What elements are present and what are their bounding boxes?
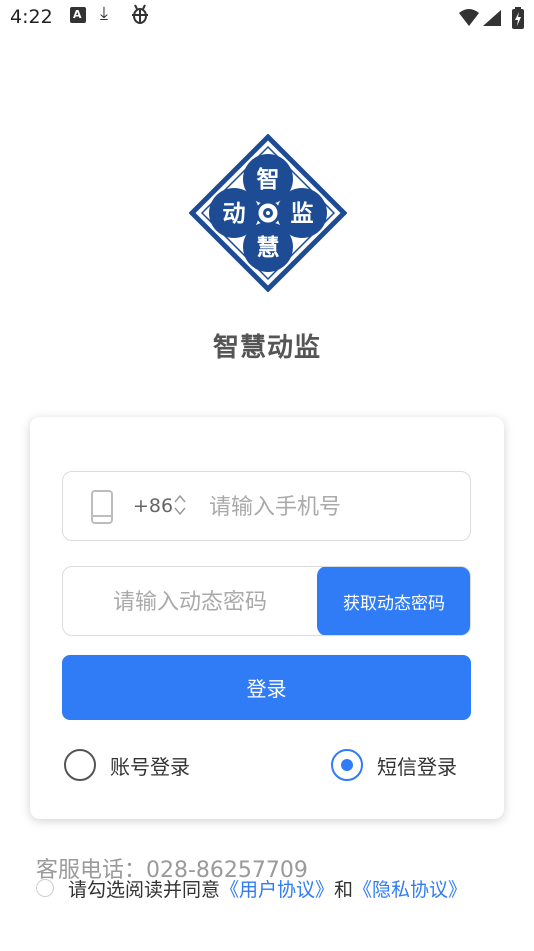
radio-account[interactable] bbox=[64, 749, 96, 781]
app-title: 智慧动监 bbox=[212, 333, 321, 363]
phone-input[interactable] bbox=[209, 490, 449, 524]
agreement-prefix: 请勾选阅读并同意 bbox=[68, 878, 221, 901]
logo-char-left: 动 bbox=[223, 200, 246, 227]
radio-sms[interactable] bbox=[331, 749, 363, 781]
logo-char-bottom: 慧 bbox=[257, 234, 280, 261]
app-logo: 智 动 监 慧 bbox=[188, 133, 348, 293]
login-screen: 4:22 ⤓ 智 动 监 慧 bbox=[0, 0, 534, 951]
agreement-checkbox[interactable] bbox=[36, 879, 54, 897]
signal-icon bbox=[482, 9, 502, 31]
bug-icon bbox=[130, 3, 150, 30]
country-code[interactable]: +86 bbox=[133, 495, 173, 517]
agreement-row: 请勾选阅读并同意 《用户协议》 和 《隐私协议》 bbox=[36, 875, 467, 901]
code-field: 获取动态密码 bbox=[62, 566, 471, 636]
mode-sms-label: 短信登录 bbox=[377, 754, 457, 779]
status-bar: 4:22 ⤓ bbox=[0, 0, 534, 38]
logo-char-right: 监 bbox=[291, 200, 314, 227]
mode-account-label: 账号登录 bbox=[110, 754, 190, 779]
agreement-and: 和 bbox=[334, 878, 354, 901]
download-icon: ⤓ bbox=[100, 3, 108, 24]
phone-field: +86 bbox=[62, 471, 471, 541]
a-notification-icon bbox=[70, 7, 86, 23]
mode-account-option[interactable]: 账号登录 bbox=[64, 749, 190, 781]
code-input[interactable] bbox=[113, 585, 323, 619]
status-time: 4:22 bbox=[10, 6, 53, 28]
wifi-icon bbox=[458, 9, 480, 31]
get-code-button[interactable]: 获取动态密码 bbox=[317, 567, 470, 635]
mode-sms-option[interactable]: 短信登录 bbox=[331, 749, 457, 781]
battery-icon bbox=[512, 7, 524, 33]
login-card: +86 获取动态密码 登录 账号登录 短信登录 bbox=[30, 417, 504, 819]
privacy-policy-link[interactable]: 《隐私协议》 bbox=[353, 875, 467, 902]
user-agreement-link[interactable]: 《用户协议》 bbox=[220, 875, 334, 902]
country-code-arrows-icon[interactable] bbox=[173, 493, 187, 521]
phone-icon bbox=[91, 490, 113, 528]
login-button[interactable]: 登录 bbox=[62, 655, 471, 720]
logo-char-top: 智 bbox=[257, 166, 280, 193]
